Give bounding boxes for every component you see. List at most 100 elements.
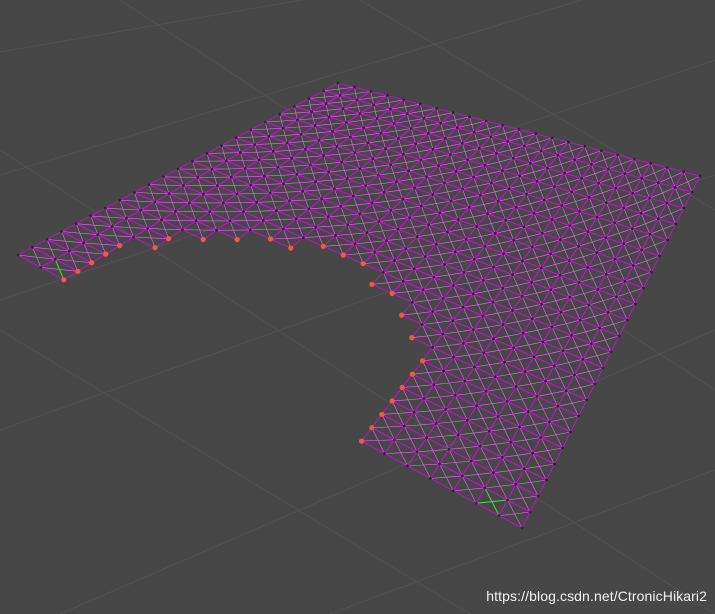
- mesh-edge: [359, 213, 380, 222]
- mesh-vertex: [489, 135, 493, 139]
- mesh-edge: [371, 427, 395, 441]
- mesh-diagonal: [414, 410, 431, 413]
- mesh-vertex: [443, 137, 447, 140]
- mesh-diagonal: [666, 167, 672, 178]
- mesh-edge: [607, 154, 619, 170]
- mesh-diagonal: [403, 278, 419, 282]
- mesh-vertex: [281, 126, 285, 130]
- mesh-vertex: [351, 194, 355, 198]
- mesh-edge: [195, 211, 210, 222]
- mesh-vertex: [518, 425, 521, 429]
- mesh-edge: [435, 423, 459, 436]
- mesh-vertex: [308, 163, 312, 167]
- mesh-edge: [497, 416, 520, 428]
- mesh-edge: [490, 136, 508, 142]
- mesh-edge: [393, 123, 412, 129]
- mesh-diagonal: [308, 207, 325, 210]
- mesh-vertex: [529, 161, 532, 165]
- mesh-vertex: [469, 459, 473, 463]
- mesh-edge: [346, 122, 364, 129]
- mesh-edge: [467, 159, 486, 166]
- mesh-diagonal: [112, 226, 130, 228]
- mesh-edge: [342, 108, 361, 114]
- mesh-edge: [359, 202, 373, 215]
- mesh-edge: [361, 440, 385, 454]
- mesh-diagonal: [491, 401, 508, 404]
- mesh-edge: [175, 202, 190, 212]
- constrained-vertex: [267, 236, 274, 242]
- mesh-edge: [557, 405, 579, 417]
- mesh-diagonal: [158, 210, 176, 212]
- mesh-vertex: [327, 115, 331, 119]
- mesh-vertex: [103, 206, 107, 210]
- mesh-diagonal: [564, 173, 569, 183]
- mesh-vertex: [587, 303, 591, 307]
- mesh-diagonal: [587, 155, 592, 165]
- mesh-vertex: [372, 103, 376, 106]
- mesh-vertex: [650, 270, 653, 274]
- mesh-vertex: [405, 112, 409, 116]
- mesh-edge: [347, 213, 361, 226]
- mesh-edge: [416, 224, 429, 237]
- mesh-diagonal: [452, 318, 469, 321]
- mesh-edge: [221, 137, 237, 146]
- mesh-edge: [433, 264, 445, 278]
- mesh-edge: [177, 168, 198, 178]
- mesh-vertex: [521, 331, 525, 335]
- mesh-edge: [315, 181, 335, 190]
- mesh-edge: [294, 106, 312, 113]
- mesh-vertex: [253, 143, 257, 147]
- mesh-vertex: [466, 418, 469, 422]
- mesh-vertex: [511, 273, 514, 276]
- mesh-edge: [476, 405, 499, 417]
- mesh-diagonal: [574, 371, 589, 376]
- mesh-edge: [495, 233, 514, 241]
- grid-line: [59, 329, 715, 614]
- mesh-diagonal: [433, 274, 450, 278]
- mesh-vertex: [261, 218, 265, 222]
- mesh-edge: [463, 329, 474, 344]
- mesh-edge: [46, 231, 62, 240]
- mesh-vertex: [511, 309, 514, 312]
- mesh-vertex: [353, 151, 357, 154]
- cloth-mesh[interactable]: [17, 82, 701, 529]
- mesh-edge: [483, 352, 505, 363]
- mesh-edge: [504, 347, 515, 363]
- mesh-vertex: [434, 422, 438, 425]
- scene-canvas[interactable]: [0, 0, 715, 614]
- mesh-vertex: [414, 142, 418, 146]
- mesh-diagonal: [654, 172, 659, 183]
- mesh-edge: [649, 218, 659, 235]
- mesh-vertex: [160, 218, 163, 222]
- mesh-vertex: [419, 158, 423, 162]
- mesh-edge: [632, 213, 642, 229]
- mesh-edge: [111, 217, 127, 227]
- mesh-diagonal: [557, 155, 562, 165]
- mesh-edge: [450, 200, 470, 208]
- mesh-edge: [506, 386, 517, 402]
- mesh-edge: [347, 224, 368, 234]
- mesh-edge: [562, 431, 571, 449]
- mesh-vertex: [176, 167, 180, 171]
- mesh-edge: [588, 196, 607, 203]
- scene-viewport[interactable]: https://blog.csdn.net/CtronicHikari2: [0, 0, 715, 614]
- mesh-vertex: [31, 245, 34, 249]
- mesh-vertex: [460, 142, 464, 145]
- mesh-diagonal: [259, 158, 276, 161]
- mesh-edge: [236, 184, 251, 195]
- mesh-diagonal: [498, 347, 514, 351]
- mesh-diagonal: [263, 219, 280, 221]
- mesh-diagonal: [286, 237, 304, 239]
- mesh-vertex: [181, 228, 184, 232]
- mesh-edge: [390, 108, 408, 115]
- mesh-vertex: [401, 152, 405, 156]
- mesh-vertex: [613, 221, 617, 225]
- mesh-edge: [574, 374, 595, 385]
- mesh-diagonal: [530, 380, 546, 385]
- mesh-vertex: [606, 167, 610, 171]
- mesh-vertex: [371, 157, 375, 161]
- mesh-vertex: [521, 259, 524, 263]
- mesh-vertex: [461, 305, 465, 309]
- mesh-edge: [484, 153, 497, 166]
- mesh-edge: [513, 157, 531, 164]
